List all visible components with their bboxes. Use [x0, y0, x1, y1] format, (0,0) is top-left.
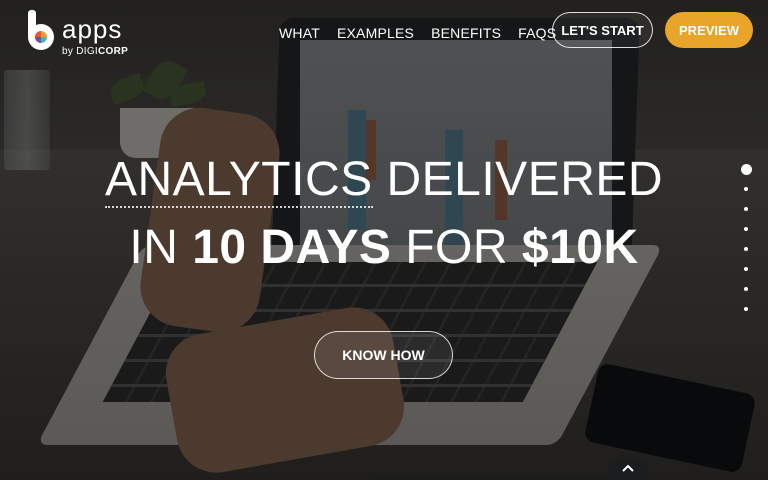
logo-mark-icon — [24, 10, 58, 50]
analytics-abbr[interactable]: ANALYTICS — [104, 153, 373, 208]
nav-link-what[interactable]: WHAT — [279, 25, 320, 41]
know-how-button[interactable]: KNOW HOW — [314, 331, 453, 379]
hero-line2-for: FOR — [391, 221, 522, 274]
pager-dot[interactable] — [744, 227, 748, 231]
pager-dot[interactable] — [744, 247, 748, 251]
nav-link-faqs[interactable]: FAQS — [518, 25, 556, 41]
hero-headline-line2: IN 10 DAYS FOR $10K — [0, 220, 768, 276]
pager-dot[interactable] — [744, 207, 748, 211]
brand-byline: by DIGICORP — [62, 46, 129, 57]
brand-name: apps — [62, 14, 123, 44]
hero-line2-in: IN — [129, 221, 193, 274]
section-pager — [740, 164, 752, 327]
pager-dot[interactable] — [744, 267, 748, 271]
nav-link-examples[interactable]: EXAMPLES — [337, 25, 414, 41]
bottom-strip — [370, 474, 610, 480]
hero-line1-rest: DELIVERED — [372, 153, 664, 206]
scroll-to-top-button[interactable] — [609, 458, 647, 480]
chevron-up-icon — [622, 464, 634, 472]
hero-headline-line1: ANALYTICS DELIVERED — [0, 152, 768, 208]
main-nav: WHAT EXAMPLES BENEFITS FAQS — [279, 25, 573, 41]
pager-dot[interactable] — [740, 164, 752, 175]
pager-dot[interactable] — [744, 287, 748, 291]
hero-line2-price: $10K — [521, 221, 639, 274]
hero-line2-days: 10 DAYS — [192, 221, 392, 274]
pager-dot[interactable] — [744, 307, 748, 311]
brand-logo[interactable]: apps by DIGICORP — [22, 10, 142, 62]
preview-button[interactable]: PREVIEW — [665, 12, 753, 48]
nav-link-benefits[interactable]: BENEFITS — [431, 25, 501, 41]
pager-dot[interactable] — [744, 187, 748, 191]
lets-start-button[interactable]: LET'S START — [552, 12, 653, 48]
